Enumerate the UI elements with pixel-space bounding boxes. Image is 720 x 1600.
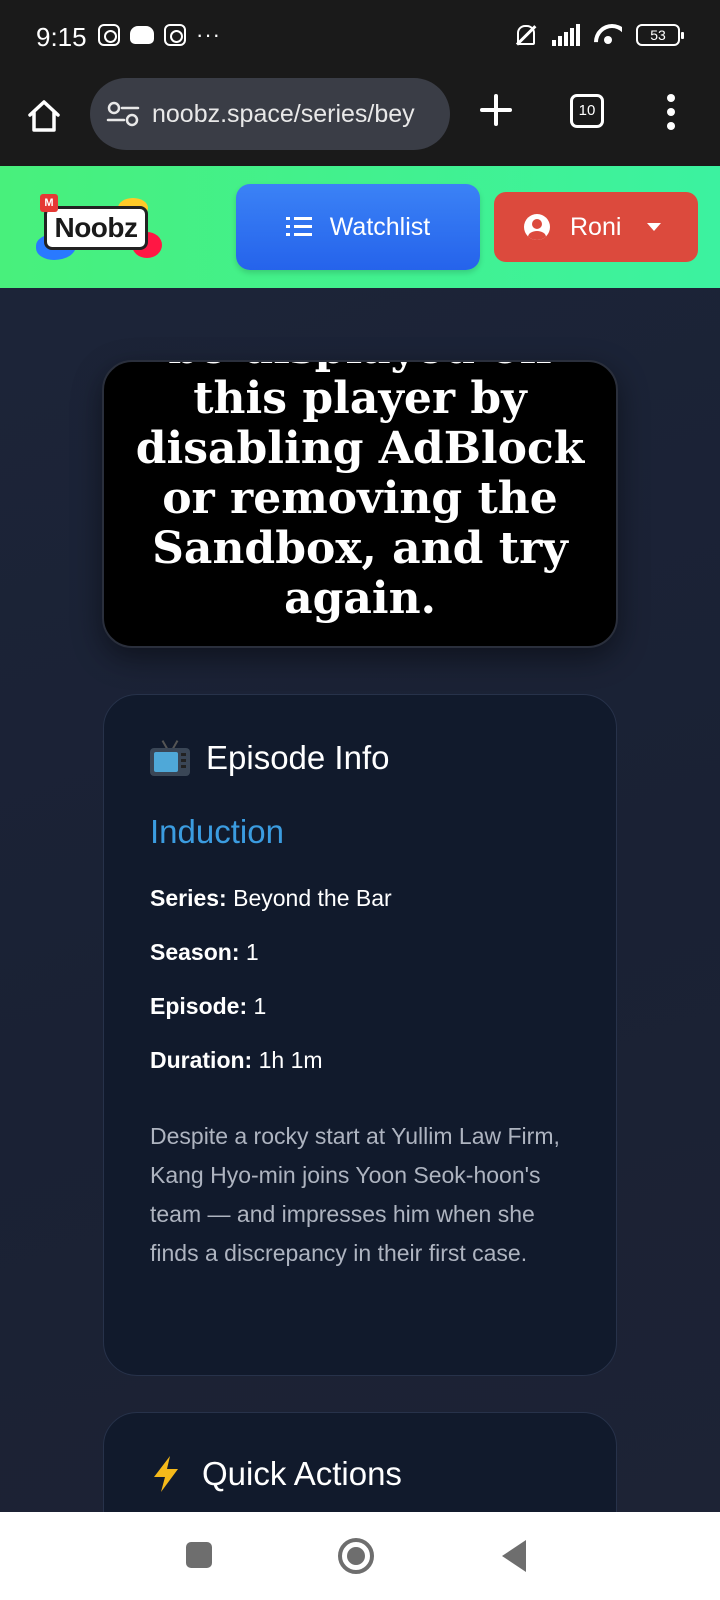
logo-text: Noobz xyxy=(44,206,148,250)
back-button[interactable] xyxy=(502,1540,526,1572)
home-nav-button[interactable] xyxy=(338,1538,374,1574)
url-text: noobz.space/series/bey xyxy=(152,99,415,128)
system-icons: 53 xyxy=(512,22,684,48)
video-player[interactable]: be displayed on this player by disabling… xyxy=(102,360,618,648)
browser-menu-button[interactable] xyxy=(666,94,676,130)
episode-info-heading: Episode Info xyxy=(206,739,390,776)
wifi-icon xyxy=(594,24,622,46)
chevron-down-icon xyxy=(647,223,662,231)
home-button[interactable] xyxy=(24,96,64,136)
status-bar: 9:15 ··· 53 xyxy=(0,0,720,72)
game-controller-icon xyxy=(130,26,154,44)
quick-actions-header: Quick Actions xyxy=(150,1455,402,1493)
site-settings-icon[interactable] xyxy=(106,101,140,127)
signal-icon xyxy=(552,24,580,46)
episode-info-card: Episode Info Induction Series: Beyond th… xyxy=(103,694,617,1376)
tv-icon xyxy=(150,740,190,776)
watchlist-button[interactable]: Watchlist xyxy=(236,184,480,270)
user-name: Roni xyxy=(570,212,622,241)
episode-value: 1 xyxy=(253,993,267,1019)
new-tab-button[interactable] xyxy=(478,92,514,128)
series-value: Beyond the Bar xyxy=(233,885,392,911)
episode-description: Despite a rocky start at Yullim Law Firm… xyxy=(150,1123,560,1266)
logo-badge: M xyxy=(40,194,58,212)
notification-icons: ··· xyxy=(98,24,221,46)
user-avatar-icon xyxy=(524,214,550,240)
player-message: be displayed on this player by disabling… xyxy=(135,362,585,624)
list-icon xyxy=(285,217,312,237)
main-content: be displayed on this player by disabling… xyxy=(0,288,720,1512)
season-value: 1 xyxy=(245,939,259,965)
quick-actions-card: Quick Actions xyxy=(103,1412,617,1512)
episode-info-header: Episode Info xyxy=(150,739,389,777)
address-bar[interactable]: noobz.space/series/bey xyxy=(90,78,450,150)
duration-row: Duration: 1h 1m xyxy=(150,1047,323,1074)
lightning-icon xyxy=(154,1456,178,1492)
duration-value: 1h 1m xyxy=(258,1047,323,1073)
recents-button[interactable] xyxy=(186,1542,212,1568)
duration-label: Duration: xyxy=(150,1047,253,1073)
status-time: 9:15 xyxy=(36,22,87,52)
series-label: Series: xyxy=(150,885,227,911)
tab-switcher-button[interactable]: 10 xyxy=(570,94,604,128)
episode-title: Induction xyxy=(150,813,284,850)
system-navigation-bar xyxy=(0,1512,720,1600)
instagram-icon xyxy=(98,24,120,46)
site-logo[interactable]: Noobz M xyxy=(22,188,162,268)
season-label: Season: xyxy=(150,939,240,965)
episode-label: Episode: xyxy=(150,993,248,1019)
episode-row: Episode: 1 xyxy=(150,993,266,1020)
watchlist-label: Watchlist xyxy=(329,212,431,241)
site-header: Noobz M Watchlist Roni xyxy=(0,166,720,288)
quick-actions-heading: Quick Actions xyxy=(202,1455,402,1492)
user-menu-button[interactable]: Roni xyxy=(494,192,698,262)
mute-icon xyxy=(512,22,538,48)
season-row: Season: 1 xyxy=(150,939,259,966)
browser-toolbar: noobz.space/series/bey 10 xyxy=(0,72,720,166)
more-notifications-icon: ··· xyxy=(196,22,221,47)
battery-icon: 53 xyxy=(636,24,684,46)
instagram-icon xyxy=(164,24,186,46)
home-icon xyxy=(28,100,60,132)
series-row: Series: Beyond the Bar xyxy=(150,885,392,912)
